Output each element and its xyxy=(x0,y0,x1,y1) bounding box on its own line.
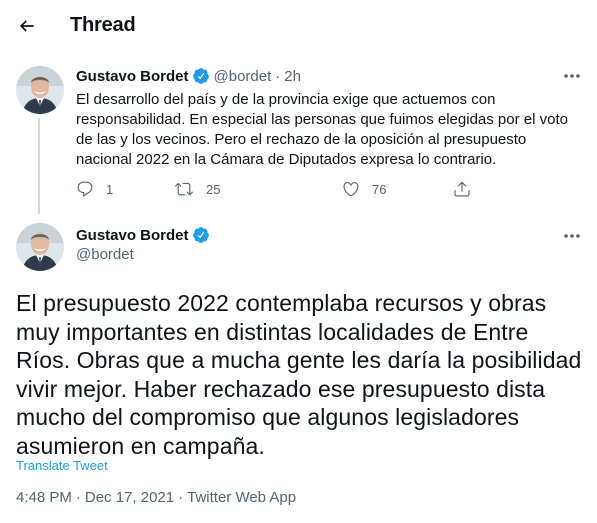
like-button[interactable]: 76 xyxy=(342,180,386,198)
more-horizontal-icon xyxy=(564,74,580,78)
reply-count: 1 xyxy=(106,181,114,197)
avatar[interactable] xyxy=(16,223,64,271)
tweet-metadata: 4:48 PM · Dec 17, 2021 · Twitter Web App xyxy=(16,489,296,506)
avatar-photo xyxy=(16,66,64,114)
reply-button[interactable]: 1 xyxy=(76,180,113,198)
separator-dot: · xyxy=(275,67,281,85)
tweet-source[interactable]: Twitter Web App xyxy=(187,489,296,506)
more-options-button[interactable] xyxy=(560,66,584,86)
author-handle[interactable]: @bordet xyxy=(76,246,134,263)
reply-icon xyxy=(77,181,93,197)
separator-dot: · xyxy=(75,489,81,506)
page-title: Thread xyxy=(70,14,136,36)
tweet2-text: El presupuesto 2022 contemplaba recursos… xyxy=(16,290,582,459)
separator-dot: · xyxy=(178,489,184,506)
avatar[interactable] xyxy=(16,66,64,114)
tweet-date[interactable]: Dec 17, 2021 xyxy=(85,489,174,506)
tweet-time[interactable]: 4:48 PM xyxy=(16,489,72,506)
back-button[interactable] xyxy=(14,13,40,39)
tweet-time[interactable]: 2h xyxy=(284,68,301,85)
avatar-photo xyxy=(16,223,64,271)
verified-badge-icon xyxy=(192,226,210,244)
retweet-count: 25 xyxy=(206,181,221,197)
share-icon xyxy=(454,181,470,197)
tweet1-header: Gustavo Bordet @bordet · 2h xyxy=(76,67,301,85)
retweet-icon xyxy=(175,182,193,196)
tweet1-actions: 1 25 76 xyxy=(76,180,576,200)
author-handle[interactable]: @bordet xyxy=(214,68,272,85)
more-horizontal-icon xyxy=(564,234,580,238)
translate-tweet-link[interactable]: Translate Tweet xyxy=(16,458,108,473)
tweet1-text: El desarrollo del país y de la provincia… xyxy=(76,91,568,168)
like-count: 76 xyxy=(372,181,387,197)
heart-icon xyxy=(343,182,359,197)
verified-badge-icon xyxy=(192,67,210,85)
retweet-button[interactable]: 25 xyxy=(174,180,220,198)
author-name[interactable]: Gustavo Bordet xyxy=(76,227,189,244)
header: Thread xyxy=(0,0,597,53)
more-options-button[interactable] xyxy=(560,226,584,246)
share-button[interactable] xyxy=(453,180,471,198)
tweet2-header: Gustavo Bordet xyxy=(76,226,214,244)
thread-connector xyxy=(38,118,40,214)
author-name[interactable]: Gustavo Bordet xyxy=(76,68,189,85)
arrow-left-icon xyxy=(19,20,34,32)
